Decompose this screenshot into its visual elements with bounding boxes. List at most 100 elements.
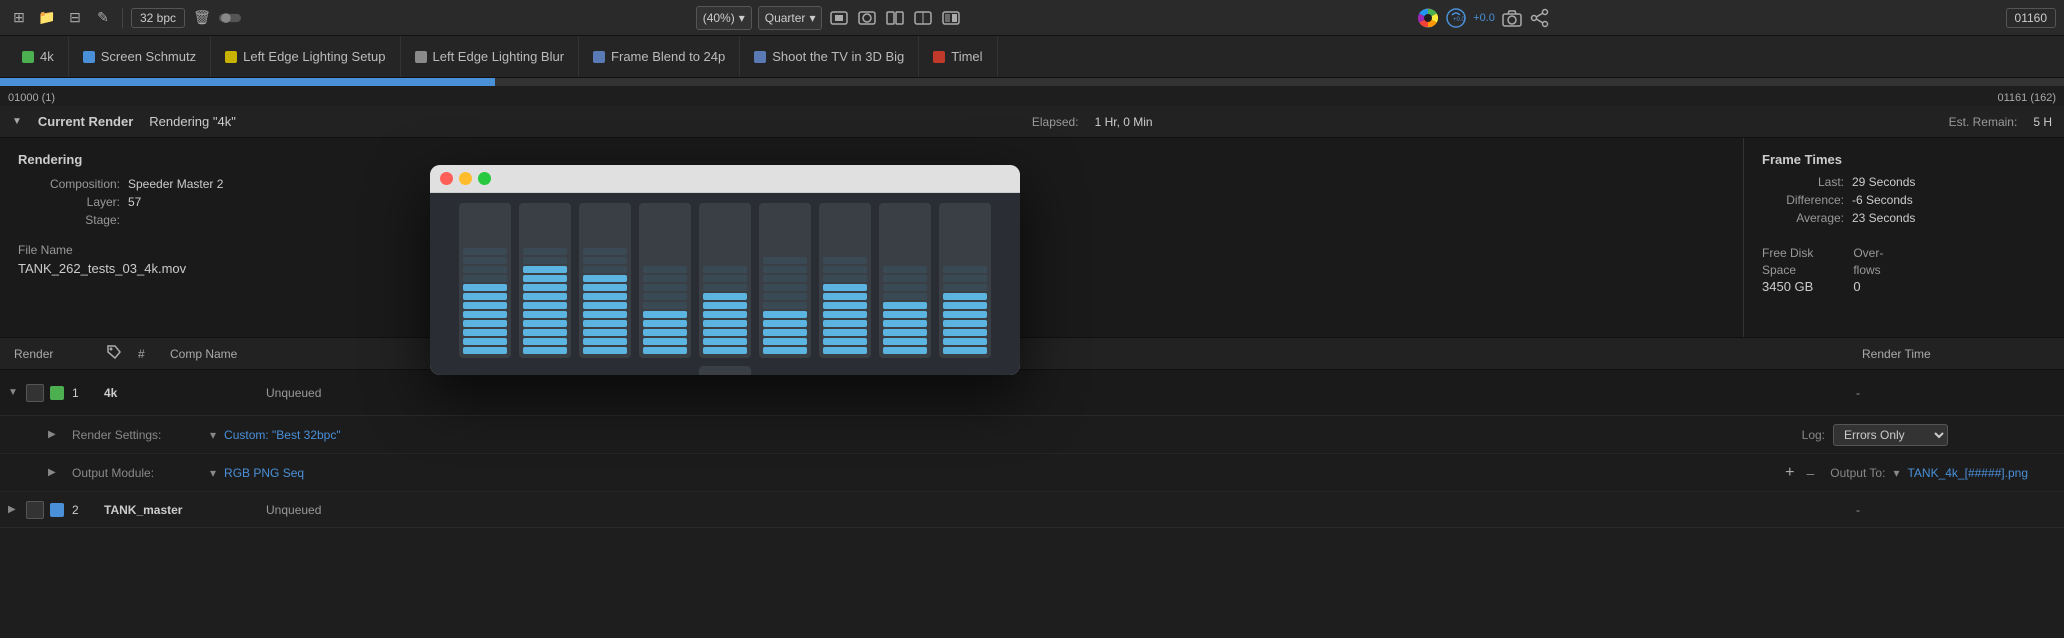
dash-btn[interactable]: – xyxy=(1806,465,1814,481)
grid2-icon[interactable]: ⊟ xyxy=(64,7,86,29)
timecode-badge[interactable]: 01160 xyxy=(2006,8,2056,28)
settings-dropdown[interactable]: ▾ xyxy=(210,428,216,442)
progress-row: 01000 (1) 01161 (162) xyxy=(0,78,2064,106)
output-module-row: ▶ Output Module: ▾ RGB PNG Seq + – Outpu… xyxy=(0,454,2064,492)
sync-icon[interactable]: +0.0 xyxy=(1445,7,1467,29)
comp-tab-timel[interactable]: Timel xyxy=(919,36,997,78)
avg-time-row: Average: 23 Seconds xyxy=(1762,211,2046,225)
tab-color-left-edge-blur xyxy=(415,51,427,63)
last-time-label: Last: xyxy=(1762,175,1852,189)
free-disk-col: Free DiskSpace 3450 GB xyxy=(1762,245,1813,294)
free-disk-label: Free DiskSpace xyxy=(1762,245,1813,279)
minimize-button[interactable] xyxy=(459,172,472,185)
ram-bar-6 xyxy=(759,203,811,358)
close-button[interactable] xyxy=(440,172,453,185)
output-to-dropdown[interactable]: ▾ xyxy=(1893,466,1899,480)
ram-bar-10 xyxy=(699,366,751,375)
settings-label: Render Settings: xyxy=(72,428,202,442)
tab-color-4k xyxy=(22,51,34,63)
pen-icon[interactable]: ✎ xyxy=(92,7,114,29)
comp-tab-frame-blend[interactable]: Frame Blend to 24p xyxy=(579,36,740,78)
last-time-row: Last: 29 Seconds xyxy=(1762,175,2046,189)
quality-select[interactable]: Quarter ▾ xyxy=(758,6,823,30)
queue-header: Render # Comp Name Render Time xyxy=(0,338,2064,370)
score-value: +0.0 xyxy=(1473,12,1495,24)
ram-bar-8 xyxy=(879,203,931,358)
overflow-label: Over-flows xyxy=(1853,245,1883,279)
comp-tab-4k[interactable]: 4k xyxy=(8,36,69,78)
frame-times-title: Frame Times xyxy=(1762,152,2046,167)
queue-header-name: Comp Name xyxy=(164,347,344,361)
comp-tab-left-edge-blur[interactable]: Left Edge Lighting Blur xyxy=(401,36,580,78)
layer-label: Layer: xyxy=(18,195,128,209)
queue-item-2-expand[interactable]: ▶ xyxy=(8,504,24,515)
ram-bar-3 xyxy=(579,203,631,358)
avg-time-value: 23 Seconds xyxy=(1852,211,1915,225)
output-expand[interactable]: ▶ xyxy=(48,467,64,478)
maximize-button[interactable] xyxy=(478,172,491,185)
bpc-badge[interactable]: 32 bpc xyxy=(131,8,185,28)
overflow-col: Over-flows 0 xyxy=(1853,245,1883,294)
disk-section: Free DiskSpace 3450 GB Over-flows 0 xyxy=(1762,245,2046,294)
viewer-icon1[interactable] xyxy=(828,7,850,29)
comp-tab-label-frame-blend: Frame Blend to 24p xyxy=(611,49,725,64)
viewer-icon4[interactable] xyxy=(912,7,934,29)
comp-tab-shoot-tv[interactable]: Shoot the TV in 3D Big xyxy=(740,36,919,78)
overflow-value: 0 xyxy=(1853,279,1883,294)
ram-bar-5 xyxy=(699,203,751,358)
queue-item-2-checkbox[interactable] xyxy=(26,501,44,519)
elapsed-label: Elapsed: xyxy=(1032,115,1079,129)
comp-tab-screen-schmutz[interactable]: Screen Schmutz xyxy=(69,36,211,78)
queue-header-tag xyxy=(100,344,130,363)
queue-item-1-expand[interactable]: ▼ xyxy=(8,387,24,398)
queue-item-2-num: 2 xyxy=(72,503,102,517)
modal-titlebar xyxy=(430,165,1020,193)
ram-bar-7 xyxy=(819,203,871,358)
add-output-button[interactable]: + xyxy=(1781,464,1798,482)
progress-bar-container xyxy=(0,78,2064,86)
modal-window[interactable] xyxy=(430,165,1020,375)
queue-item-1-color xyxy=(50,386,64,400)
svg-text:+0.0: +0.0 xyxy=(1453,17,1466,23)
output-value[interactable]: RGB PNG Seq xyxy=(224,466,304,480)
output-to-value[interactable]: TANK_4k_[#####].png xyxy=(1907,466,2028,480)
layer-value: 57 xyxy=(128,195,141,209)
folder-icon[interactable]: 📁 xyxy=(36,7,58,29)
color-wheel-icon[interactable] xyxy=(1417,7,1439,29)
queue-item-2-status: Unqueued xyxy=(266,503,1854,517)
queue-item-2-name: TANK_master xyxy=(104,503,264,517)
viewer-icon3[interactable] xyxy=(884,7,906,29)
trash-icon[interactable]: 🗑 xyxy=(191,7,213,29)
settings-value[interactable]: Custom: "Best 32bpc" xyxy=(224,428,341,442)
viewer-icon5[interactable] xyxy=(940,7,962,29)
queue-header-render: Render xyxy=(8,347,98,361)
output-dropdown[interactable]: ▾ xyxy=(210,466,216,480)
tab-color-frame-blend xyxy=(593,51,605,63)
ram-bar-2 xyxy=(519,203,571,358)
queue-item-1-num: 1 xyxy=(72,386,102,400)
expand-icon[interactable]: ▼ xyxy=(12,116,22,127)
comp-tab-left-edge-setup[interactable]: Left Edge Lighting Setup xyxy=(211,36,400,78)
output-label: Output Module: xyxy=(72,466,202,480)
toggle-icon[interactable] xyxy=(219,7,241,29)
share-icon[interactable] xyxy=(1529,7,1551,29)
viewer-icon2[interactable] xyxy=(856,7,878,29)
zoom-select[interactable]: (40%) ▾ xyxy=(696,6,752,30)
rendering-status-text: Rendering "4k" xyxy=(149,114,236,129)
queue-item-2: ▶ 2 TANK_master Unqueued - xyxy=(0,492,2064,528)
grid-icon[interactable]: ⊞ xyxy=(8,7,30,29)
avg-time-label: Average: xyxy=(1762,211,1852,225)
queue-item-1-time: - xyxy=(1856,386,2056,400)
comp-tab-label-screen-schmutz: Screen Schmutz xyxy=(101,49,196,64)
log-select[interactable]: Errors Only Plus Settings Per Frame Info xyxy=(1833,424,1948,446)
progress-label-right: 01161 (162) xyxy=(1997,92,2056,104)
queue-header-num: # xyxy=(132,347,162,361)
comp-label: Composition: xyxy=(18,177,128,191)
queue-header-render-time: Render Time xyxy=(1856,347,2056,361)
settings-expand[interactable]: ▶ xyxy=(48,429,64,440)
log-select-wrapper: Errors Only Plus Settings Per Frame Info xyxy=(1833,424,1948,446)
tab-color-left-edge-setup xyxy=(225,51,237,63)
tab-color-shoot-tv xyxy=(754,51,766,63)
queue-item-1-checkbox[interactable] xyxy=(26,384,44,402)
camera-icon[interactable] xyxy=(1501,7,1523,29)
